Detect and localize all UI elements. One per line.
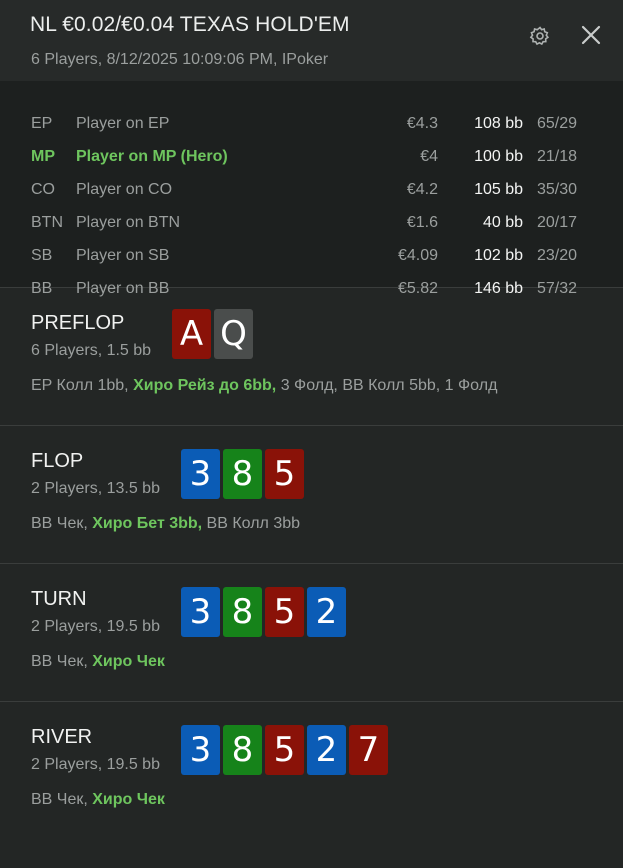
- street-name: FLOP: [31, 450, 84, 472]
- card: Q: [214, 309, 253, 359]
- hero-action: Хиро Чек: [92, 653, 165, 670]
- card: 8: [223, 725, 262, 775]
- street-actions: EP Колл 1bb, Хиро Рейз до 6bb, 3 Фолд, B…: [31, 377, 497, 395]
- close-icon[interactable]: [578, 22, 604, 48]
- street-actions: BB Чек, Хиро Чек: [31, 791, 165, 809]
- card: 2: [307, 587, 346, 637]
- hand-title: NL €0.02/€0.04 TEXAS HOLD'EM: [30, 13, 350, 36]
- player-position: EP: [31, 115, 53, 132]
- hand-subtitle: 6 Players, 8/12/2025 10:09:06 PM, IPoker: [31, 51, 329, 68]
- player-name: Player on BTN: [76, 214, 181, 231]
- player-stack-money: €1.6: [406, 214, 438, 231]
- street-name: RIVER: [31, 726, 93, 748]
- player-stack-bb: 102 bb: [474, 247, 523, 264]
- card: 5: [265, 587, 304, 637]
- player-stats: 65/29: [537, 115, 578, 132]
- action-text: EP Колл 1bb,: [31, 377, 134, 394]
- card: 8: [223, 449, 262, 499]
- action-text: BB Чек,: [31, 653, 93, 670]
- card: 3: [181, 449, 220, 499]
- board-cards: 3 8 5 2: [181, 587, 346, 637]
- hero-action: Хиро Бет 3bb,: [92, 515, 203, 532]
- card: 3: [181, 587, 220, 637]
- player-name: Player on MP (Hero): [76, 148, 228, 165]
- player-name: Player on EP: [76, 115, 170, 132]
- action-text: BB Чек,: [31, 791, 93, 808]
- card: A: [172, 309, 211, 359]
- player-row-sb[interactable]: SB Player on SB €4.09 102 bb 23/20: [0, 244, 623, 277]
- action-text: BB Чек,: [31, 515, 93, 532]
- board-cards: 3 8 5: [181, 449, 304, 499]
- street-preflop: PREFLOP 6 Players, 1.5 bb A Q EP Колл 1b…: [0, 288, 623, 426]
- hero-hole-cards: A Q: [172, 309, 253, 359]
- player-position: SB: [31, 247, 53, 264]
- street-info: 6 Players, 1.5 bb: [31, 342, 152, 359]
- player-stack-bb: 100 bb: [474, 148, 523, 165]
- street-river: RIVER 2 Players, 19.5 bb 3 8 5 2 7 BB Че…: [0, 702, 623, 839]
- player-position: CO: [31, 181, 55, 198]
- player-stack-money: €4.3: [406, 115, 438, 132]
- action-text: BB Колл 3bb: [202, 515, 301, 532]
- street-info: 2 Players, 19.5 bb: [31, 618, 160, 635]
- player-stack-money: €4.2: [406, 181, 438, 198]
- street-info: 2 Players, 19.5 bb: [31, 756, 160, 773]
- street-name: PREFLOP: [31, 312, 125, 334]
- player-stack-money: €4: [420, 148, 438, 165]
- card: 7: [349, 725, 388, 775]
- player-stack-bb: 105 bb: [474, 181, 523, 198]
- card: 2: [307, 725, 346, 775]
- street-info: 2 Players, 13.5 bb: [31, 480, 160, 497]
- street-actions: BB Чек, Хиро Бет 3bb, BB Колл 3bb: [31, 515, 300, 533]
- hand-header: NL €0.02/€0.04 TEXAS HOLD'EM 6 Players, …: [0, 0, 623, 81]
- player-stats: 35/30: [537, 181, 578, 198]
- player-name: Player on CO: [76, 181, 173, 198]
- street-actions: BB Чек, Хиро Чек: [31, 653, 165, 671]
- player-row-mp-hero[interactable]: MP Player on MP (Hero) €4 100 bb 21/18: [0, 145, 623, 178]
- player-stats: 20/17: [537, 214, 578, 231]
- board-cards: 3 8 5 2 7: [181, 725, 388, 775]
- card: 5: [265, 449, 304, 499]
- player-stack-money: €4.09: [397, 247, 438, 264]
- hero-action: Хиро Чек: [92, 791, 165, 808]
- street-name: TURN: [31, 588, 87, 610]
- action-text: 3 Фолд, BB Колл 5bb, 1 Фолд: [276, 377, 498, 394]
- hero-action: Хиро Рейз до 6bb,: [133, 377, 277, 394]
- card: 5: [265, 725, 304, 775]
- card: 8: [223, 587, 262, 637]
- player-stack-bb: 108 bb: [474, 115, 523, 132]
- player-position: MP: [31, 148, 55, 165]
- player-row-ep[interactable]: EP Player on EP €4.3 108 bb 65/29: [0, 112, 623, 145]
- card: 3: [181, 725, 220, 775]
- player-row-co[interactable]: CO Player on CO €4.2 105 bb 35/30: [0, 178, 623, 211]
- player-position: BTN: [31, 214, 63, 231]
- player-row-btn[interactable]: BTN Player on BTN €1.6 40 bb 20/17: [0, 211, 623, 244]
- player-stack-bb: 40 bb: [482, 214, 523, 231]
- street-flop: FLOP 2 Players, 13.5 bb 3 8 5 BB Чек, Хи…: [0, 426, 623, 564]
- player-name: Player on SB: [76, 247, 170, 264]
- player-stats: 21/18: [537, 148, 578, 165]
- players-table: EP Player on EP €4.3 108 bb 65/29 MP Pla…: [0, 81, 623, 297]
- street-turn: TURN 2 Players, 19.5 bb 3 8 5 2 BB Чек, …: [0, 564, 623, 702]
- player-stats: 23/20: [537, 247, 578, 264]
- gear-icon[interactable]: [528, 24, 552, 48]
